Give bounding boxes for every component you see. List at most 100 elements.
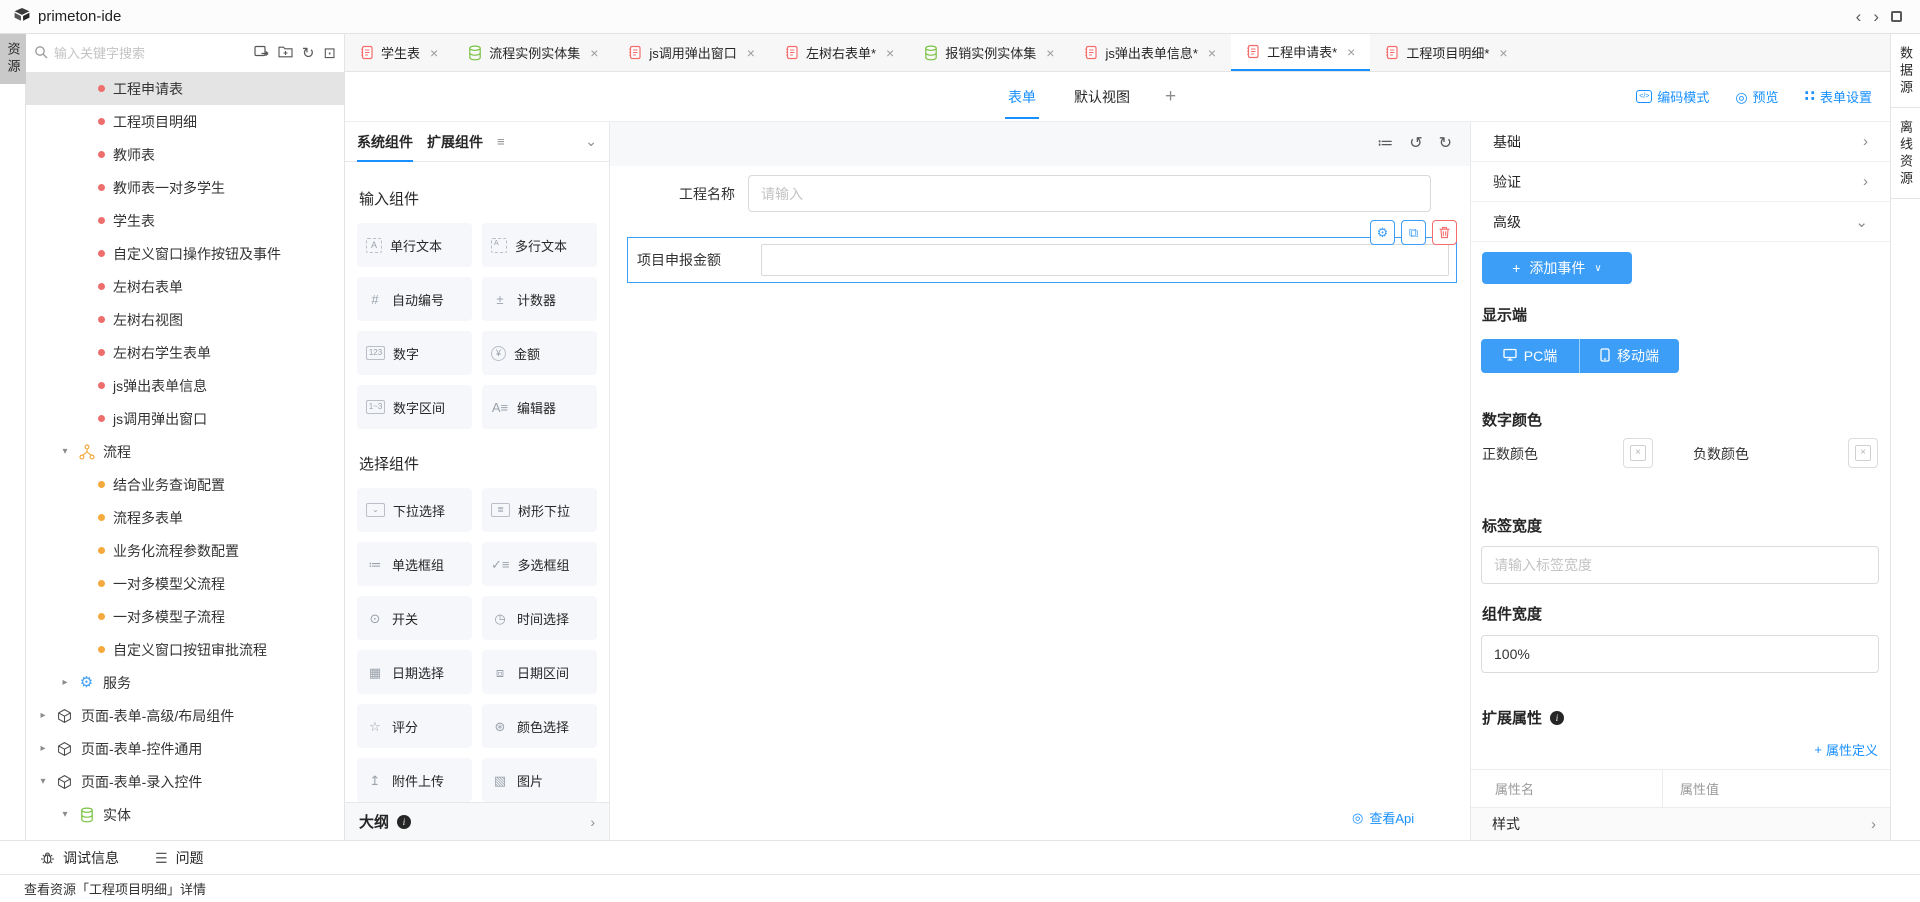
component-item-date-range[interactable]: ⧈日期区间 (482, 650, 597, 694)
component-item-counter[interactable]: ±计数器 (482, 277, 597, 321)
menu-icon[interactable]: ≡ (497, 135, 505, 148)
delete-field-button[interactable] (1432, 220, 1457, 245)
component-item-single-line-text[interactable]: A单行文本 (357, 223, 472, 267)
component-width-input[interactable] (1481, 635, 1879, 673)
display-option-pc[interactable]: PC端 (1481, 339, 1580, 373)
component-item-date-picker[interactable]: ▦日期选择 (357, 650, 472, 694)
view-tab[interactable]: 默认视图 (1071, 72, 1133, 121)
negative-color-swatch[interactable]: × (1848, 438, 1878, 468)
doc-tab[interactable]: 工程申请表*× (1231, 34, 1370, 71)
doc-tab[interactable]: 报销实例实体集× (909, 34, 1069, 71)
tree-item[interactable]: ▾页面-表单-录入控件 (26, 765, 344, 798)
component-item-money[interactable]: ¥金额 (482, 331, 597, 375)
bottom-tab-debug[interactable]: 调试信息 (40, 848, 119, 868)
search-input[interactable] (54, 46, 248, 61)
close-tab-icon[interactable]: × (430, 45, 438, 61)
tree-item[interactable]: 工程项目明细 (26, 105, 344, 138)
props-section-row[interactable]: 高级⌄ (1471, 202, 1890, 242)
components-tab[interactable]: 系统组件 (357, 122, 413, 161)
settings-field-button[interactable]: ⚙ (1370, 220, 1395, 245)
expand-right-icon[interactable]: ▸ (38, 710, 48, 721)
expand-right-icon[interactable]: ▸ (38, 743, 48, 754)
tree-item[interactable]: ▸页面-表单-控件通用 (26, 732, 344, 765)
component-item-file-upload[interactable]: ↥附件上传 (357, 758, 472, 802)
tree-item[interactable]: js弹出表单信息 (26, 369, 344, 402)
component-item-switch[interactable]: ⊙开关 (357, 596, 472, 640)
props-section-row[interactable]: 基础› (1471, 122, 1890, 162)
component-item-number-range[interactable]: 1~3数字区间 (357, 385, 472, 429)
doc-tab[interactable]: js弹出表单信息*× (1069, 34, 1231, 71)
tree-item[interactable]: ▸⚙服务 (26, 666, 344, 699)
tree-item[interactable]: ▾流程 (26, 435, 344, 468)
redo-icon[interactable]: ↻ (1439, 136, 1452, 152)
close-tab-icon[interactable]: × (1347, 44, 1355, 60)
component-item-color-picker[interactable]: ⊛颜色选择 (482, 704, 597, 748)
right-tab-offline-resources[interactable]: 离线资源 (1891, 108, 1920, 199)
tree-item[interactable]: 流程多表单 (26, 501, 344, 534)
component-item-multi-line-text[interactable]: A多行文本 (482, 223, 597, 267)
tree-item[interactable]: 结合业务查询配置 (26, 468, 344, 501)
doc-tab[interactable]: js调用弹出窗口× (613, 34, 770, 71)
expand-down-icon[interactable]: ▾ (38, 776, 48, 787)
component-item-rating[interactable]: ☆评分 (357, 704, 472, 748)
tree-item[interactable]: 业务化流程参数配置 (26, 534, 344, 567)
bottom-tab-problems[interactable]: ☰问题 (155, 848, 204, 868)
tree-item[interactable]: 一对多模型父流程 (26, 567, 344, 600)
display-option-mobile[interactable]: 移动端 (1580, 339, 1679, 373)
tree-item[interactable]: ▾实体 (26, 798, 344, 831)
close-tab-icon[interactable]: × (590, 45, 598, 61)
expand-down-icon[interactable]: ▾ (60, 809, 70, 820)
tree-item[interactable]: 一对多模型子流程 (26, 600, 344, 633)
right-tab-data-source[interactable]: 数据源 (1891, 34, 1920, 108)
locate-resource-icon[interactable] (254, 45, 269, 62)
undo-icon[interactable]: ↺ (1409, 136, 1422, 152)
component-item-auto-number[interactable]: #自动编号 (357, 277, 472, 321)
props-section-row[interactable]: 验证› (1471, 162, 1890, 202)
doc-tab[interactable]: 流程实例实体集× (453, 34, 613, 71)
component-item-image[interactable]: ▧图片 (482, 758, 597, 802)
expand-down-icon[interactable]: ▾ (60, 446, 70, 457)
refresh-icon[interactable]: ↻ (302, 46, 315, 61)
history-back-icon[interactable]: ‹ (1856, 8, 1862, 25)
tree-item[interactable]: 工程申请表 (26, 72, 344, 105)
label-width-input[interactable] (1481, 546, 1879, 584)
component-item-time-picker[interactable]: ◷时间选择 (482, 596, 597, 640)
collapse-all-icon[interactable]: ⊡ (323, 46, 336, 61)
component-item-number[interactable]: 123数字 (357, 331, 472, 375)
form-settings-button[interactable]: ∷表单设置 (1805, 87, 1872, 106)
close-tab-icon[interactable]: × (747, 45, 755, 61)
tree-item[interactable]: 左树右视图 (26, 303, 344, 336)
component-item-dropdown[interactable]: ⌄下拉选择 (357, 488, 472, 532)
view-tab[interactable]: 表单 (1005, 72, 1039, 121)
close-tab-icon[interactable]: × (886, 45, 894, 61)
chevron-down-icon[interactable]: ⌄ (585, 133, 597, 150)
component-item-checkbox-group[interactable]: ✓≡多选框组 (482, 542, 597, 586)
window-icon[interactable] (1891, 11, 1902, 22)
add-property-definition-link[interactable]: + 属性定义 (1814, 740, 1878, 759)
doc-tab[interactable]: 左树右表单*× (770, 34, 909, 71)
components-tab[interactable]: 扩展组件 (427, 122, 483, 161)
view-api-link[interactable]: ◎ 查看Api (1352, 808, 1414, 827)
tree-item[interactable]: 学生表 (26, 204, 344, 237)
selected-field[interactable]: 项目申报金额 (627, 237, 1457, 283)
tree-item[interactable]: 左树右学生表单 (26, 336, 344, 369)
close-tab-icon[interactable]: × (1046, 45, 1054, 61)
tree-item[interactable]: 自定义窗口操作按钮及事件 (26, 237, 344, 270)
doc-tab[interactable]: 工程项目明细*× (1370, 34, 1522, 71)
preview-button[interactable]: ◎预览 (1735, 87, 1778, 106)
component-item-radio-group[interactable]: ≔单选框组 (357, 542, 472, 586)
add-folder-icon[interactable] (278, 45, 293, 61)
component-item-editor[interactable]: A≡编辑器 (482, 385, 597, 429)
tree-item[interactable]: js调用弹出窗口 (26, 402, 344, 435)
doc-tab[interactable]: 学生表× (345, 34, 453, 71)
component-item-tree-dropdown[interactable]: ≣树形下拉 (482, 488, 597, 532)
tree-item[interactable]: 左树右表单 (26, 270, 344, 303)
declared-amount-input[interactable] (761, 244, 1449, 276)
tree-item[interactable]: 教师表一对多学生 (26, 171, 344, 204)
tree-item[interactable]: 教师表 (26, 138, 344, 171)
project-name-input[interactable] (748, 175, 1431, 212)
close-tab-icon[interactable]: × (1499, 45, 1507, 61)
copy-field-button[interactable]: ⧉ (1401, 220, 1426, 245)
history-forward-icon[interactable]: › (1873, 8, 1879, 25)
code-mode-button[interactable]: </>编码模式 (1636, 87, 1709, 106)
